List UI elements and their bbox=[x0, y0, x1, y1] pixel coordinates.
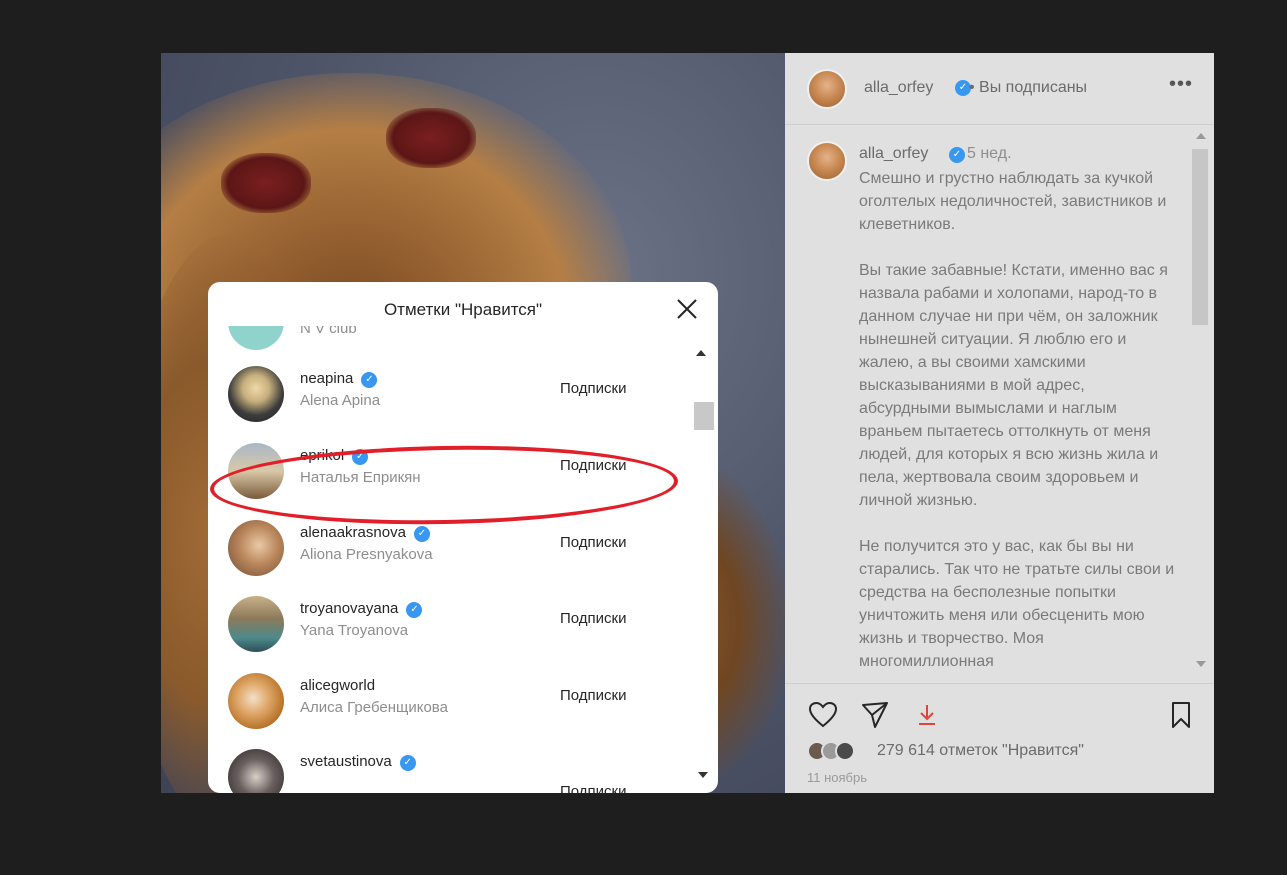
avatar[interactable] bbox=[807, 69, 847, 109]
list-item[interactable]: neapina ✓ Alena Apina Подписки bbox=[208, 358, 688, 430]
user-full-name: N V club bbox=[300, 326, 357, 337]
divider bbox=[785, 683, 1214, 684]
caption-username[interactable]: alla_orfey bbox=[859, 145, 928, 163]
likes-count[interactable]: 279 614 отметок "Нравится" bbox=[877, 742, 1084, 760]
verified-icon: ✓ bbox=[949, 147, 965, 163]
avatar[interactable] bbox=[228, 749, 284, 793]
verified-icon: ✓ bbox=[399, 755, 416, 771]
following-button[interactable]: Подписки bbox=[560, 380, 627, 397]
avatar bbox=[228, 326, 284, 350]
send-icon[interactable] bbox=[859, 699, 891, 731]
follow-status[interactable]: • Вы подписаны bbox=[969, 79, 1087, 97]
verified-icon: ✓ bbox=[413, 526, 430, 542]
username[interactable]: eprikol ✓ bbox=[300, 447, 369, 465]
username[interactable]: svetaustinova ✓ bbox=[300, 753, 416, 771]
scroll-down-arrow-icon[interactable] bbox=[1196, 661, 1206, 667]
avatar bbox=[835, 741, 855, 761]
bookmark-icon[interactable] bbox=[1165, 699, 1197, 731]
username[interactable]: alenaakrasnova ✓ bbox=[300, 524, 430, 542]
scroll-down-arrow-icon[interactable] bbox=[698, 772, 708, 778]
screen: Отметки "Нравится" N V club neapina ✓ Ale… bbox=[0, 0, 1287, 875]
avatar[interactable] bbox=[228, 596, 284, 652]
likes-list[interactable]: N V club neapina ✓ Alena Apina Подписки e… bbox=[208, 326, 718, 793]
scrollbar-thumb[interactable] bbox=[1192, 149, 1208, 325]
username-text[interactable]: neapina bbox=[300, 370, 353, 387]
list-item[interactable]: N V club bbox=[208, 326, 688, 358]
liked-by-avatars[interactable] bbox=[807, 741, 867, 763]
avatar[interactable] bbox=[807, 141, 847, 181]
following-button[interactable]: Подписки bbox=[560, 457, 627, 474]
avatar[interactable] bbox=[228, 673, 284, 729]
verified-icon: ✓ bbox=[361, 372, 378, 388]
post-header: alla_orfey ✓ • Вы подписаны ••• bbox=[785, 53, 1214, 125]
photo-hair-clip bbox=[386, 108, 476, 168]
avatar[interactable] bbox=[228, 366, 284, 422]
avatar[interactable] bbox=[228, 443, 284, 499]
post-caption: Смешно и грустно наблюдать за кучкой ого… bbox=[859, 170, 1175, 670]
heart-icon[interactable] bbox=[807, 699, 839, 731]
list-item[interactable]: eprikol ✓ Наталья Еприкян Подписки bbox=[208, 435, 688, 507]
following-button[interactable]: Подписки bbox=[560, 610, 627, 627]
post-sidebar: alla_orfey ✓ • Вы подписаны ••• alla_orf… bbox=[785, 53, 1214, 793]
close-icon[interactable] bbox=[674, 296, 700, 322]
list-item[interactable]: alicegworld Алиса Гребенщикова Подписки bbox=[208, 665, 688, 737]
scroll-up-arrow-icon[interactable] bbox=[696, 350, 706, 356]
avatar[interactable] bbox=[228, 520, 284, 576]
user-full-name: Alena Apina bbox=[300, 392, 381, 409]
list-item[interactable]: svetaustinova ✓ Подписки bbox=[208, 741, 688, 793]
verified-icon: ✓ bbox=[406, 602, 423, 618]
user-full-name: Yana Troyanova bbox=[300, 622, 409, 639]
user-full-name: Алиса Гребенщикова bbox=[300, 699, 448, 716]
username-text[interactable]: troyanovayana bbox=[300, 600, 398, 617]
username-text[interactable]: eprikol bbox=[300, 447, 344, 464]
following-button[interactable]: Подписки bbox=[560, 534, 627, 551]
username-text[interactable]: alenaakrasnova bbox=[300, 524, 406, 541]
photo-hair-clip bbox=[221, 153, 311, 213]
download-icon[interactable] bbox=[911, 699, 943, 731]
likes-modal: Отметки "Нравится" N V club neapina ✓ Ale… bbox=[208, 282, 718, 793]
username-text[interactable]: svetaustinova bbox=[300, 753, 392, 770]
username[interactable]: alicegworld bbox=[300, 677, 375, 694]
post-date: 11 ноябрь bbox=[807, 770, 868, 785]
user-full-name: Aliona Presnyakova bbox=[300, 546, 433, 563]
modal-title: Отметки "Нравится" bbox=[383, 300, 543, 319]
post-author-username[interactable]: alla_orfey bbox=[864, 79, 933, 97]
following-button[interactable]: Подписки bbox=[560, 687, 627, 704]
username[interactable]: neapina ✓ bbox=[300, 370, 378, 388]
user-full-name: Наталья Еприкян bbox=[300, 469, 421, 486]
verified-icon: ✓ bbox=[352, 449, 369, 465]
following-button[interactable]: Подписки bbox=[560, 783, 627, 793]
scrollbar-thumb[interactable] bbox=[694, 402, 714, 430]
list-item[interactable]: troyanovayana ✓ Yana Troyanova Подписки bbox=[208, 588, 688, 660]
post-time: 5 нед. bbox=[967, 145, 1012, 162]
username[interactable]: troyanovayana ✓ bbox=[300, 600, 423, 618]
username-text[interactable]: alicegworld bbox=[300, 677, 375, 694]
list-item[interactable]: alenaakrasnova ✓ Aliona Presnyakova Подпи… bbox=[208, 512, 688, 584]
more-options-icon[interactable]: ••• bbox=[1169, 73, 1193, 96]
scroll-up-arrow-icon[interactable] bbox=[1196, 133, 1206, 139]
